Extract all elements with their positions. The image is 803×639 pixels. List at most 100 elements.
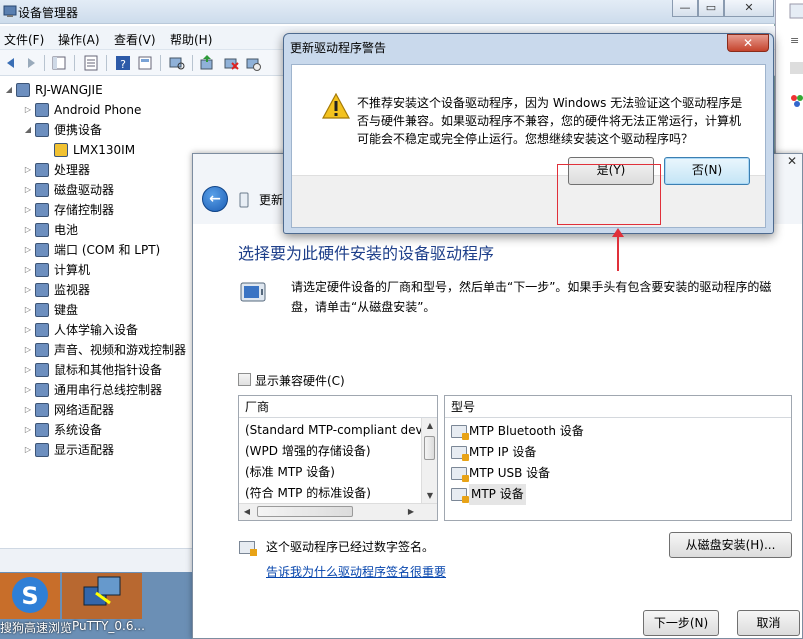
- tree-item[interactable]: ▷ Android Phone: [0, 100, 195, 120]
- menu-help[interactable]: 帮助(H): [170, 31, 212, 48]
- update-driver-icon[interactable]: [198, 54, 216, 72]
- next-button[interactable]: 下一步(N): [643, 610, 719, 636]
- expand-arrow-icon[interactable]: ▷: [23, 400, 33, 420]
- model-list[interactable]: 型号 MTP Bluetooth 设备 MTP IP 设备 MTP USB 设备 MT…: [444, 395, 792, 521]
- expand-arrow-icon[interactable]: ▷: [23, 280, 33, 300]
- scroll-up-icon[interactable]: ▲: [422, 418, 437, 434]
- scroll-right-icon[interactable]: ▶: [403, 504, 419, 520]
- collapse-arrow-icon[interactable]: ◢: [4, 80, 14, 100]
- scroll-down-icon[interactable]: ▼: [422, 488, 437, 504]
- tree-item[interactable]: ▷ 网络适配器: [0, 400, 195, 420]
- tree-item[interactable]: ▷ 键盘: [0, 300, 195, 320]
- expand-arrow-icon[interactable]: ▷: [23, 240, 33, 260]
- cancel-button[interactable]: 取消: [737, 610, 800, 636]
- expand-arrow-icon[interactable]: ▷: [23, 100, 33, 120]
- menu-file[interactable]: 文件(F): [4, 31, 44, 48]
- model-item[interactable]: MTP IP 设备: [445, 442, 791, 463]
- browser-icon: S: [0, 573, 60, 619]
- tree-item-label: 处理器: [54, 163, 91, 177]
- tree-item-label: 计算机: [54, 263, 91, 277]
- tree-item[interactable]: ▷ 存储控制器: [0, 200, 195, 220]
- storage-controller-icon: [35, 203, 49, 217]
- model-item[interactable]: MTP USB 设备: [445, 463, 791, 484]
- model-item[interactable]: MTP Bluetooth 设备: [445, 421, 791, 442]
- svg-text:S: S: [21, 582, 38, 610]
- manufacturer-horizontal-scrollbar[interactable]: ◀ ▶: [239, 503, 437, 520]
- monitor-icon: [35, 283, 49, 297]
- device-tree: ◢ RJ-WANGJIE ▷ Android Phone ◢ 便携设备 LMX130IM ▷ 处…: [0, 80, 195, 540]
- tree-item[interactable]: LMX130IM: [0, 140, 195, 160]
- tree-item[interactable]: ▷ 人体学输入设备: [0, 320, 195, 340]
- warning-close-button[interactable]: ✕: [727, 34, 769, 52]
- tree-item-label: 显示适配器: [54, 443, 115, 457]
- menu-view[interactable]: 查看(V): [114, 31, 156, 48]
- port-icon: [35, 243, 49, 257]
- menu-action[interactable]: 操作(A): [58, 31, 100, 48]
- tree-item[interactable]: ▷ 通用串行总线控制器: [0, 380, 195, 400]
- warning-dialog-body: 不推荐安装这个设备驱动程序，因为 Windows 无法验证这个驱动程序是否与硬件…: [291, 64, 766, 228]
- show-hide-tree-icon[interactable]: [50, 54, 68, 72]
- uninstall-icon[interactable]: [222, 54, 240, 72]
- tree-item-label: 键盘: [54, 303, 79, 317]
- expand-arrow-icon[interactable]: ▷: [23, 220, 33, 240]
- manufacturer-item[interactable]: (标准 MTP 设备): [245, 462, 421, 483]
- view-icon[interactable]: [136, 54, 154, 72]
- expand-arrow-icon[interactable]: ▷: [23, 200, 33, 220]
- scroll-thumb[interactable]: [424, 436, 435, 460]
- expand-arrow-icon[interactable]: ▷: [23, 440, 33, 460]
- expand-arrow-icon[interactable]: ▷: [23, 180, 33, 200]
- manufacturer-list[interactable]: 厂商 (Standard MTP-compliant dev (WPD 增强的存储…: [238, 395, 438, 521]
- tree-item[interactable]: ▷ 鼠标和其他指针设备: [0, 360, 195, 380]
- expand-arrow-icon[interactable]: ▷: [23, 380, 33, 400]
- no-button[interactable]: 否(N): [664, 157, 750, 185]
- minimize-button[interactable]: —: [672, 0, 698, 17]
- tree-item[interactable]: ▷ 声音、视频和游戏控制器: [0, 340, 195, 360]
- driver-signing-link[interactable]: 告诉我为什么驱动程序签名很重要: [266, 563, 446, 580]
- scroll-thumb[interactable]: [257, 506, 353, 517]
- forward-arrow-icon[interactable]: [22, 54, 40, 72]
- expand-arrow-icon[interactable]: ▷: [23, 320, 33, 340]
- scan-hardware-icon[interactable]: [168, 54, 186, 72]
- enable-device-icon[interactable]: [244, 54, 262, 72]
- tree-item[interactable]: ▷ 电池: [0, 220, 195, 240]
- device-manager-titlebar: 设备管理器 — ▭ ✕: [0, 0, 775, 24]
- tree-item[interactable]: ▷ 计算机: [0, 260, 195, 280]
- scroll-left-icon[interactable]: ◀: [239, 504, 255, 520]
- have-disk-button[interactable]: 从磁盘安装(H)...: [669, 532, 792, 558]
- tree-item[interactable]: ◢ RJ-WANGJIE: [0, 80, 195, 100]
- manufacturer-item[interactable]: (Standard MTP-compliant dev: [245, 420, 421, 441]
- model-item[interactable]: MTP 设备: [445, 484, 791, 505]
- maximize-button[interactable]: ▭: [698, 0, 724, 17]
- tree-item[interactable]: ▷ 端口 (COM 和 LPT): [0, 240, 195, 260]
- tree-item[interactable]: ▷ 磁盘驱动器: [0, 180, 195, 200]
- expand-arrow-icon[interactable]: ▷: [23, 160, 33, 180]
- tree-item[interactable]: ▷ 显示适配器: [0, 440, 195, 460]
- model-item-label: MTP 设备: [469, 484, 526, 505]
- disk-icon: [35, 183, 49, 197]
- back-arrow-icon[interactable]: [2, 54, 20, 72]
- expand-arrow-icon[interactable]: ▷: [23, 300, 33, 320]
- tree-item-label: 鼠标和其他指针设备: [54, 363, 163, 377]
- svg-text:?: ?: [120, 58, 126, 71]
- manufacturer-item[interactable]: (符合 MTP 的标准设备): [245, 483, 421, 504]
- tree-item[interactable]: ▷ 处理器: [0, 160, 195, 180]
- properties-icon[interactable]: [82, 54, 100, 72]
- expand-arrow-icon[interactable]: ▷: [23, 260, 33, 280]
- back-button[interactable]: ←: [202, 186, 228, 212]
- show-compatible-checkbox[interactable]: [238, 373, 251, 386]
- tree-item[interactable]: ▷ 监视器: [0, 280, 195, 300]
- expand-arrow-icon[interactable]: ▷: [23, 340, 33, 360]
- keyboard-icon: [35, 303, 49, 317]
- tree-item-label: Android Phone: [54, 103, 142, 117]
- manufacturer-item[interactable]: (WPD 增强的存储设备): [245, 441, 421, 462]
- tree-item[interactable]: ▷ 系统设备: [0, 420, 195, 440]
- help-icon[interactable]: ?: [114, 54, 132, 72]
- expand-arrow-icon[interactable]: ▷: [23, 420, 33, 440]
- expand-arrow-icon[interactable]: ▷: [23, 360, 33, 380]
- warning-icon: [321, 92, 351, 122]
- collapse-arrow-icon[interactable]: ◢: [23, 120, 33, 140]
- window-close-button[interactable]: ✕: [724, 0, 774, 17]
- manufacturer-vertical-scrollbar[interactable]: ▲ ▼: [421, 418, 437, 504]
- wizard-close-button[interactable]: ✕: [782, 154, 802, 170]
- tree-item[interactable]: ◢ 便携设备: [0, 120, 195, 140]
